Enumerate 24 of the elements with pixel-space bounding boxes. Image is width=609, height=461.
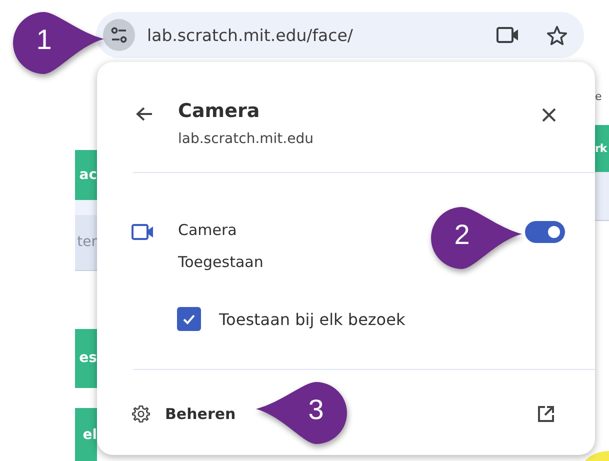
- input-field[interactable]: [595, 172, 609, 221]
- site-settings-icon[interactable]: [103, 19, 135, 51]
- menu-tile[interactable]: el: [75, 408, 97, 461]
- checkbox-label[interactable]: Toestaan bij elk bezoek: [219, 310, 406, 328]
- manage-link[interactable]: Beheren: [165, 405, 236, 423]
- gear-icon[interactable]: [132, 405, 150, 423]
- permission-status: Toegestaan: [178, 253, 264, 271]
- menu-tile[interactable]: ac: [75, 150, 97, 200]
- input-field[interactable]: ter: [75, 200, 97, 271]
- menu-tile[interactable]: es: [75, 328, 97, 388]
- external-link-icon[interactable]: [537, 405, 555, 423]
- site-domain: lab.scratch.mit.edu: [178, 131, 314, 147]
- bookmark-star-icon[interactable]: [546, 24, 568, 46]
- toggle-switch[interactable]: [525, 221, 565, 243]
- checkbox[interactable]: [177, 307, 201, 331]
- menu-tile[interactable]: rk: [595, 125, 609, 172]
- page-text: e: [595, 88, 602, 104]
- video-camera-icon[interactable]: [496, 26, 520, 44]
- back-arrow-icon[interactable]: [135, 106, 153, 122]
- permission-name: Camera: [178, 221, 237, 239]
- popup-title: Camera: [178, 100, 261, 122]
- close-icon[interactable]: [541, 107, 557, 123]
- url-text[interactable]: lab.scratch.mit.edu/face/: [147, 26, 484, 44]
- video-camera-icon: [131, 223, 155, 241]
